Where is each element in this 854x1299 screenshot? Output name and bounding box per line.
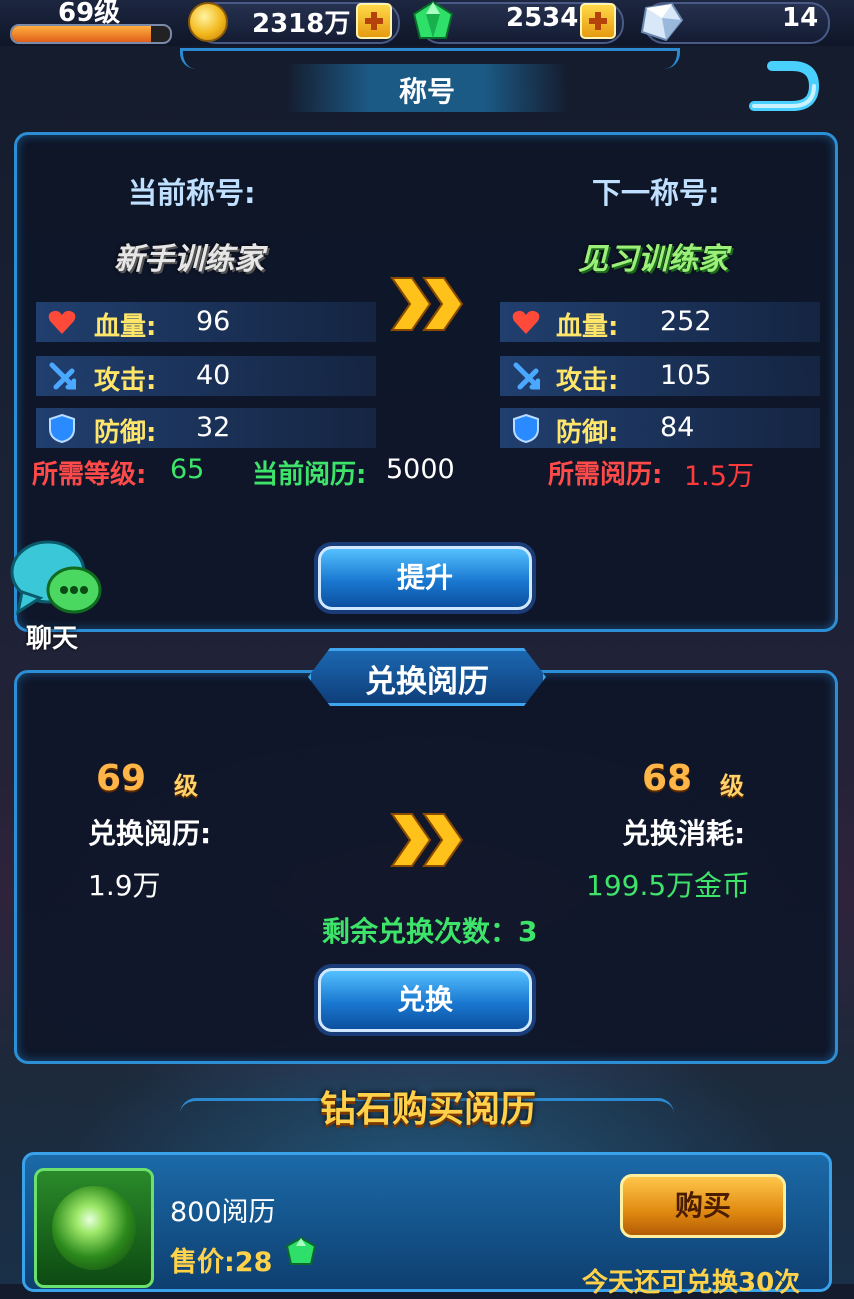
stat-value: 40 <box>196 360 231 391</box>
stat-name: 血量: <box>94 312 157 342</box>
remaining-exchanges: 剩余兑换次数：3 <box>322 915 538 948</box>
sword-icon <box>513 362 540 390</box>
current-title-label: 当前称号: <box>128 176 256 210</box>
player-level: 69级 <box>58 0 121 28</box>
crystal-amount: 14 <box>782 3 819 33</box>
green-gem-icon <box>412 0 454 39</box>
current-title-name: 新手训练家 <box>114 242 264 277</box>
double-arrow-icon <box>390 277 464 331</box>
exchange-exp-value: 1.9万 <box>88 869 161 902</box>
stat-value: 252 <box>660 306 712 337</box>
gold-amount: 2318万 <box>252 9 351 39</box>
add-gold-button[interactable] <box>356 3 392 39</box>
stat-name: 攻击: <box>556 366 619 396</box>
left-level-unit: 级 <box>174 772 198 800</box>
current-attack-row: 攻击: 40 <box>36 356 376 396</box>
right-level-number: 68 <box>642 758 693 799</box>
crystal-icon <box>640 2 684 42</box>
item-name: 800阅历 <box>170 1197 276 1228</box>
exchange-title: 兑换阅历 <box>365 664 489 700</box>
item-price: 售价:28 <box>170 1247 273 1278</box>
next-attack-row: 攻击: 105 <box>500 356 820 396</box>
current-hp-row: 血量: 96 <box>36 302 376 342</box>
gem-amount: 2534 <box>506 3 579 33</box>
page-title: 称号 <box>398 75 455 108</box>
current-exp-value: 5000 <box>386 454 455 485</box>
upgrade-button[interactable]: 提升 <box>318 546 532 610</box>
right-level-unit: 级 <box>720 772 744 800</box>
sword-icon <box>49 362 76 390</box>
shield-icon <box>49 413 75 443</box>
stat-name: 防御: <box>556 418 619 448</box>
remaining-purchases-note: 今天还可兑换30次 <box>582 1268 801 1298</box>
exchange-cost-label: 兑换消耗: <box>622 817 746 850</box>
required-exp-value: 1.5万 <box>684 461 754 492</box>
green-gem-icon <box>285 1236 317 1265</box>
exchange-cost-value: 199.5万金币 <box>586 869 751 902</box>
next-title-name: 见习训练家 <box>578 242 728 277</box>
current-exp-label: 当前阅历: <box>252 460 367 490</box>
shield-icon <box>513 413 539 443</box>
stat-name: 血量: <box>556 312 619 342</box>
next-defense-row: 防御: 84 <box>500 408 820 448</box>
double-arrow-icon <box>390 813 464 867</box>
heart-icon <box>48 310 76 334</box>
chat-label[interactable]: 聊天 <box>26 618 78 655</box>
add-gem-button[interactable] <box>580 3 616 39</box>
chat-icon[interactable] <box>8 538 104 618</box>
back-icon[interactable] <box>748 56 820 118</box>
stat-value: 32 <box>196 412 231 443</box>
required-level-value: 65 <box>170 454 205 485</box>
exp-orb-icon <box>52 1186 136 1270</box>
next-title-label: 下一称号: <box>592 176 720 210</box>
stat-value: 84 <box>660 412 695 443</box>
buy-button[interactable]: 购买 <box>620 1174 786 1238</box>
exchange-exp-label: 兑换阅历: <box>88 817 212 850</box>
required-level-label: 所需等级: <box>32 460 147 490</box>
exchange-button[interactable]: 兑换 <box>318 968 532 1032</box>
stat-name: 防御: <box>94 418 157 448</box>
heart-icon <box>512 310 540 334</box>
current-defense-row: 防御: 32 <box>36 408 376 448</box>
left-level-number: 69 <box>96 758 147 799</box>
next-hp-row: 血量: 252 <box>500 302 820 342</box>
required-exp-label: 所需阅历: <box>548 460 663 490</box>
stat-value: 96 <box>196 306 231 337</box>
stat-name: 攻击: <box>94 366 157 396</box>
gold-coin-icon <box>188 2 228 42</box>
stat-value: 105 <box>660 360 712 391</box>
diamond-purchase-banner: 钻石购买阅历 <box>319 1089 536 1130</box>
